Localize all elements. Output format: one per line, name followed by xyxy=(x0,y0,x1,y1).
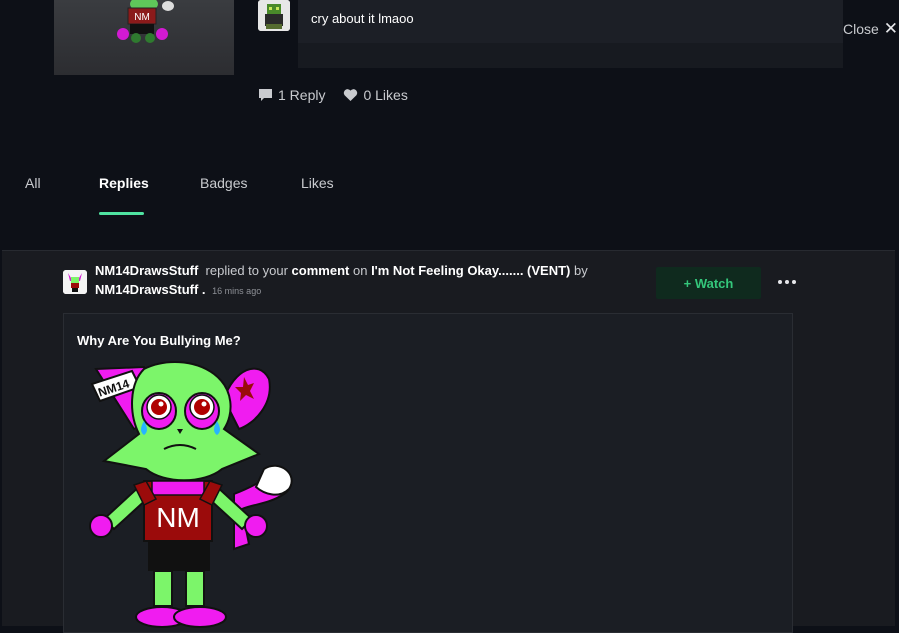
timestamp: 16 mins ago xyxy=(212,286,262,296)
active-tab-indicator xyxy=(99,212,144,215)
notification-item: NM14DrawsStuff replied to your comment o… xyxy=(2,250,895,633)
tab-replies[interactable]: Replies xyxy=(99,175,149,191)
comment-text: cry about it lmaoo xyxy=(311,11,414,26)
shirt-text: NM xyxy=(156,502,200,533)
watch-button[interactable]: + Watch xyxy=(656,267,761,299)
more-icon-dot xyxy=(778,280,782,284)
reply-text: Why Are You Bullying Me? xyxy=(77,333,241,348)
more-icon-dot xyxy=(792,280,796,284)
notification-tabs: All Replies Badges Likes xyxy=(0,175,899,215)
post-author-link[interactable]: NM14DrawsStuff xyxy=(95,282,198,297)
speech-bubble-icon xyxy=(259,89,272,101)
post-title-link[interactable]: I'm Not Feeling Okay....... (VENT) xyxy=(371,263,570,278)
avatar-image xyxy=(63,270,87,294)
tab-likes[interactable]: Likes xyxy=(301,175,334,191)
tab-all[interactable]: All xyxy=(25,175,41,191)
separator: . xyxy=(201,282,206,297)
close-icon: ✕ xyxy=(883,19,899,38)
avatar-image xyxy=(258,0,290,31)
post-thumbnail[interactable]: NM xyxy=(54,0,234,75)
action-text: replied to your xyxy=(205,263,288,278)
author-link[interactable]: NM14DrawsStuff xyxy=(95,263,198,278)
reply-count: 1 Reply xyxy=(278,87,326,103)
comment-bubble: cry about it lmaoo xyxy=(298,0,843,68)
author-avatar[interactable] xyxy=(63,270,87,294)
like-count: 0 Likes xyxy=(363,87,408,103)
reply-content-card[interactable]: Why Are You Bullying Me? NM14 NM xyxy=(63,313,793,633)
more-options-button[interactable] xyxy=(775,271,799,293)
preposition-text: on xyxy=(352,263,368,278)
comment-footer-band xyxy=(298,43,843,68)
like-count-button[interactable]: 0 Likes xyxy=(343,87,408,103)
thumbnail-character-art: NM xyxy=(117,0,174,43)
comment-link[interactable]: comment xyxy=(292,263,350,278)
more-icon-dot xyxy=(785,280,789,284)
thumbnail-label: NM xyxy=(134,12,150,23)
reply-count-button[interactable]: 1 Reply xyxy=(258,87,325,103)
close-label: Close xyxy=(843,20,879,37)
commenter-avatar[interactable] xyxy=(258,0,290,31)
notification-text: NM14DrawsStuff replied to your comment o… xyxy=(95,263,588,278)
tab-badges[interactable]: Badges xyxy=(200,175,247,191)
by-text: by xyxy=(574,263,588,278)
reply-character-art: NM14 NM xyxy=(89,361,293,628)
notification-text-line2: NM14DrawsStuff . 16 mins ago xyxy=(95,282,261,297)
heart-icon xyxy=(344,89,358,101)
close-button[interactable]: Close ✕ xyxy=(843,20,898,37)
comment-stats: 1 Reply 0 Likes xyxy=(258,87,408,103)
